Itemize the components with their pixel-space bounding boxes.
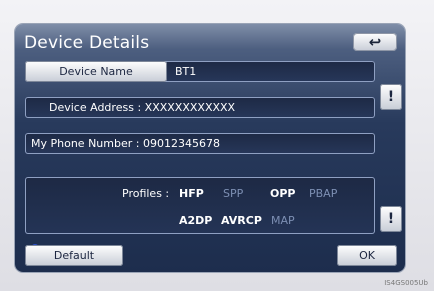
profile-opp: OPP [270,187,296,200]
scroll-down-button[interactable]: ! [380,206,402,232]
profile-map: MAP [271,214,295,227]
profile-spp: SPP [223,187,244,200]
scroll-up-button[interactable]: ! [380,84,402,110]
device-name-button[interactable]: Device Name [25,61,167,82]
back-button[interactable]: ↩ [353,33,397,51]
default-button[interactable]: Default [25,245,123,266]
device-details-screen: Device Details ↩ Device Name BT1 Device … [15,24,405,272]
device-name-row: Device Name BT1 [25,61,375,82]
my-phone-number-label: My Phone Number [31,137,133,150]
my-phone-number-separator: : [135,137,140,150]
device-address-separator: : [137,101,142,114]
profile-hfp: HFP [179,187,204,200]
scroll-up-icon: ! [387,89,395,105]
ok-button[interactable]: OK [337,245,397,266]
profile-avrcp: AVRCP [221,214,262,227]
back-arrow-icon: ↩ [368,33,382,51]
profile-a2dp: A2DP [179,214,213,227]
profiles-panel: Profiles : HFP SPP OPP PBAP A2DP AVRCP M… [25,177,375,234]
screen-frame: Device Details ↩ Device Name BT1 Device … [0,0,434,291]
device-address-label: Device Address [49,101,134,114]
scroll-down-icon: ! [387,211,395,227]
my-phone-number-value: 09012345678 [142,137,220,150]
profiles-label: Profiles : [122,187,170,200]
page-title: Device Details [24,33,150,53]
device-address-text: Device Address : XXXXXXXXXXXX [25,97,399,118]
profile-pbap: PBAP [309,187,338,200]
my-phone-number-text: My Phone Number : 09012345678 [25,133,381,154]
device-name-value: BT1 [175,65,197,78]
my-phone-number-row: My Phone Number : 09012345678 [25,133,375,154]
device-address-row: Device Address : XXXXXXXXXXXX [25,97,375,118]
device-address-value: XXXXXXXXXXXX [144,101,236,114]
image-code: IS4GS005Ub [384,279,428,287]
